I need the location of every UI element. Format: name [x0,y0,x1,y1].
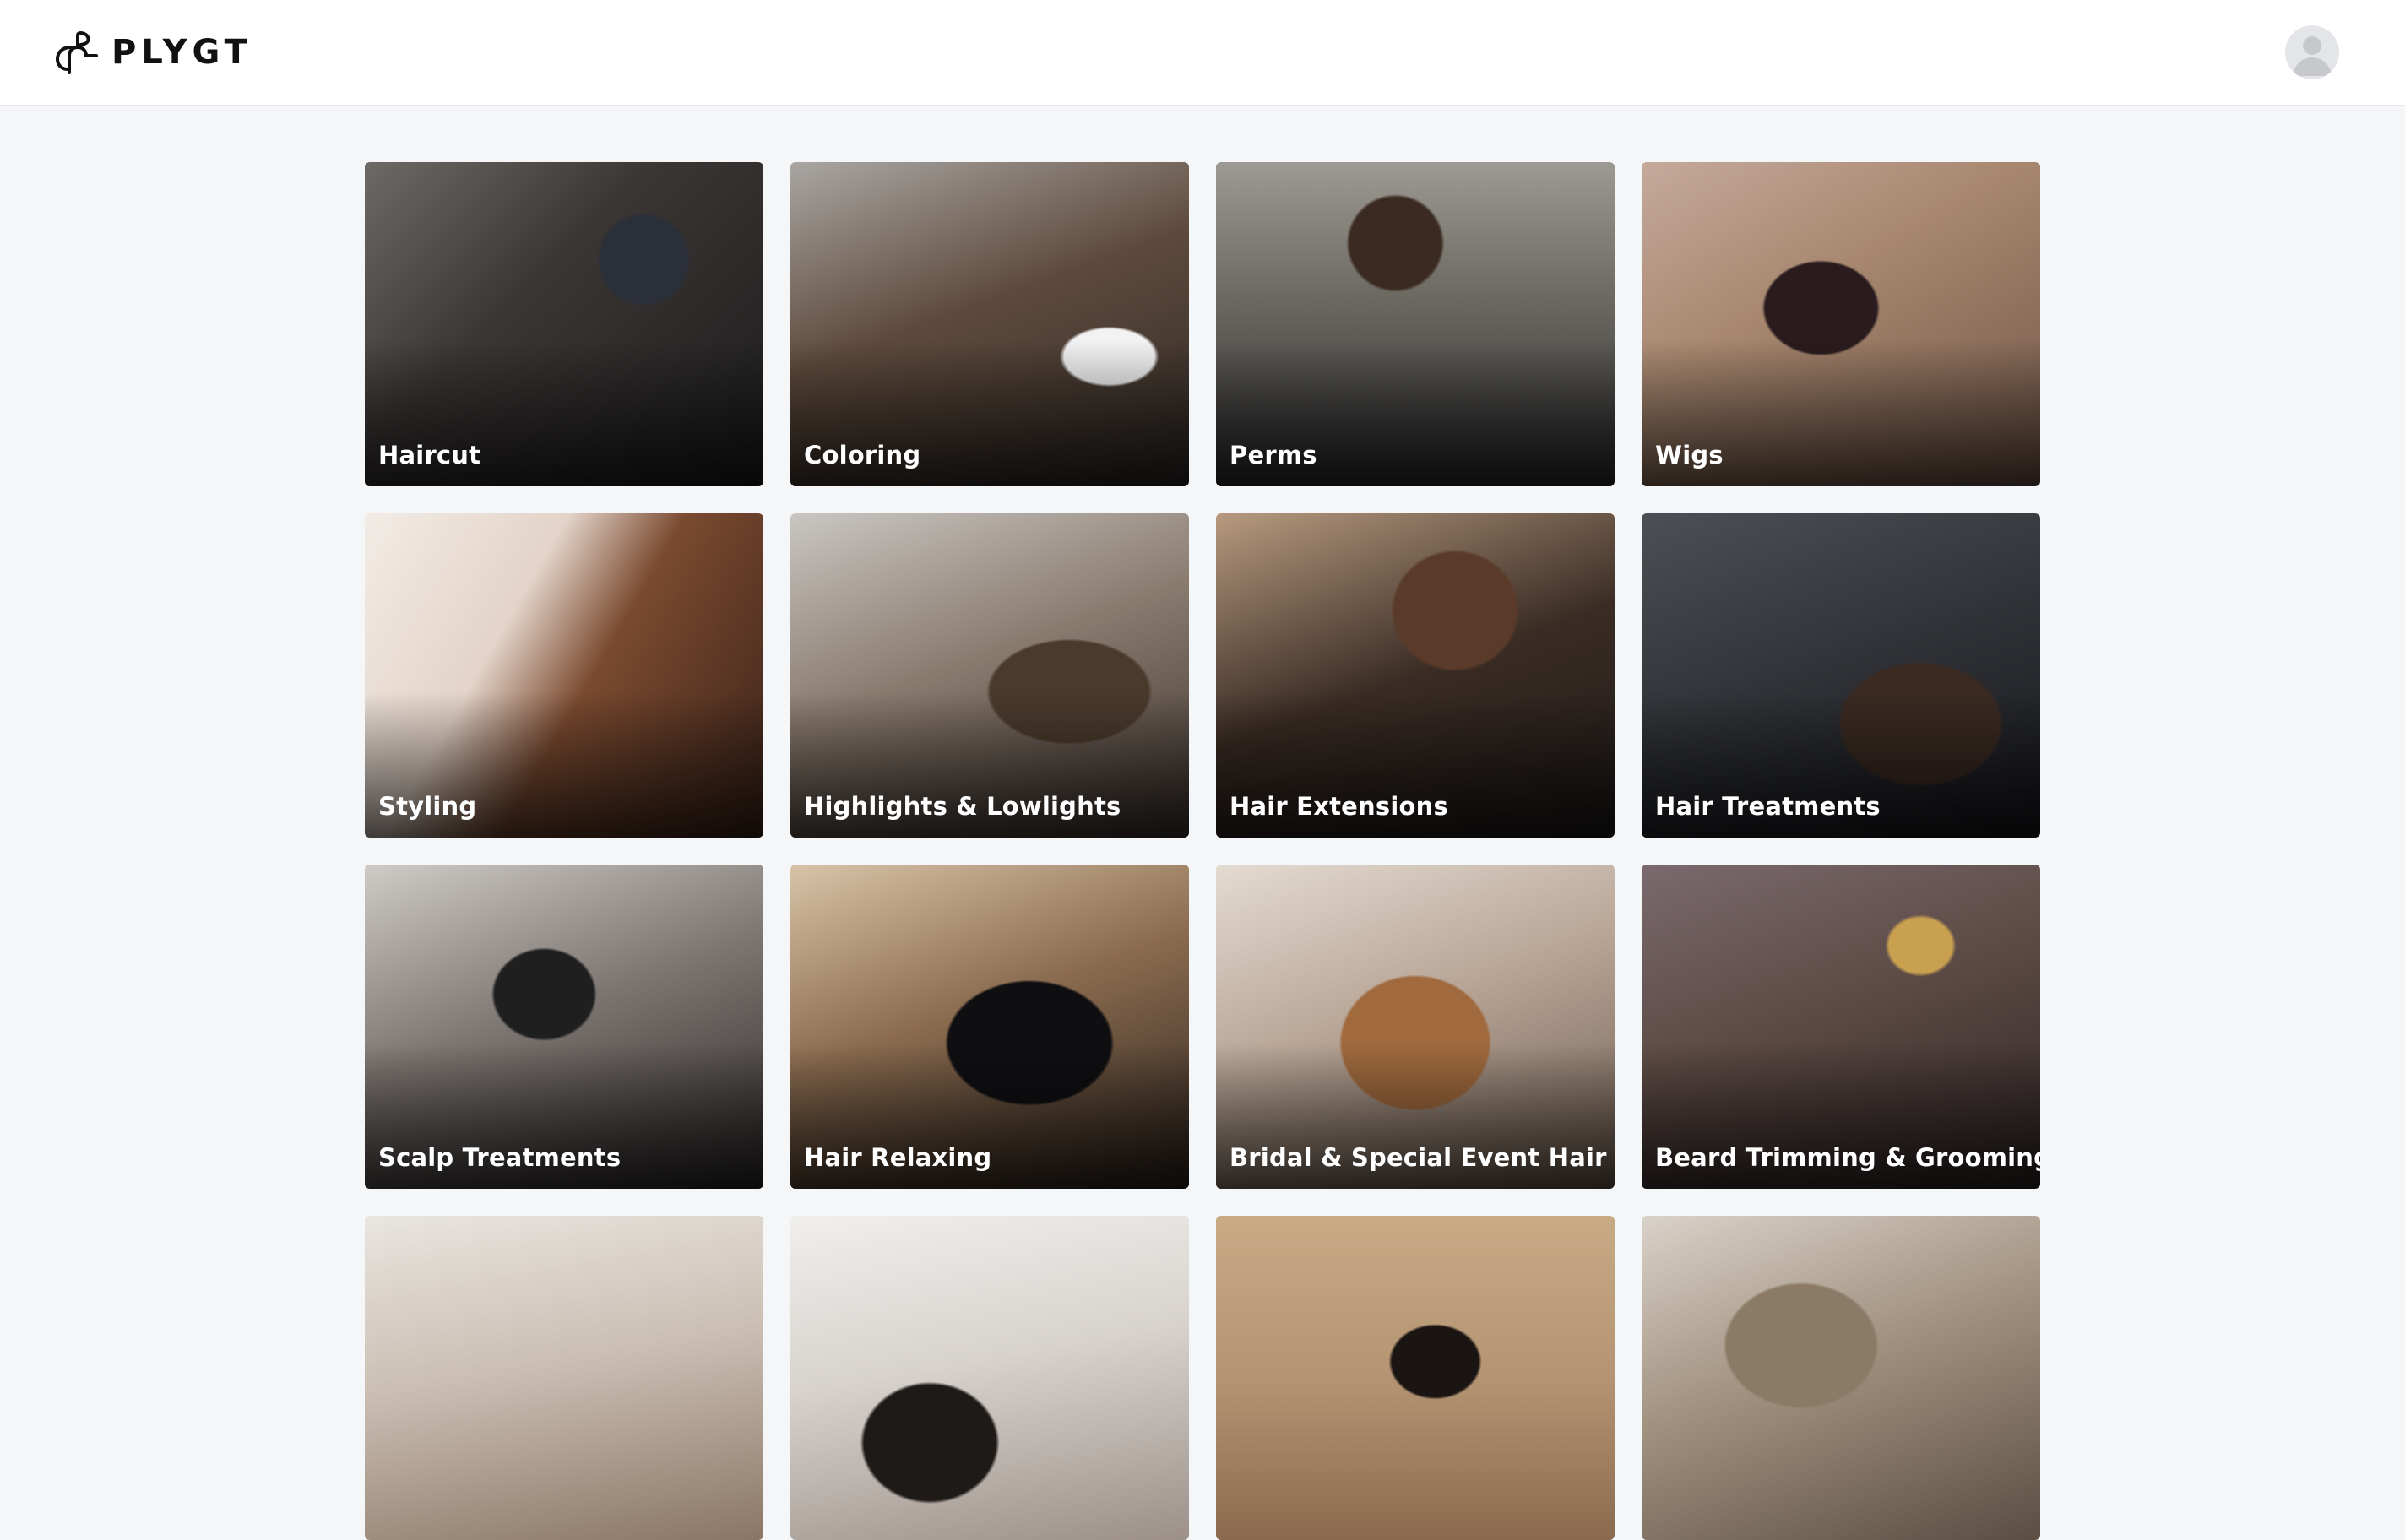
category-card-hair-treatments[interactable]: Hair Treatments [1642,513,2040,838]
category-card-bridal-special-event-hair[interactable]: Bridal & Special Event Hair [1216,865,1615,1189]
category-card-scalp-treatments[interactable]: Scalp Treatments [365,865,763,1189]
category-label: Scalp Treatments [378,1143,622,1172]
category-card-haircut[interactable]: Haircut [365,162,763,486]
category-label: Beard Trimming & Grooming [1655,1143,2040,1172]
category-card[interactable] [1216,1216,1615,1540]
category-label: Hair Relaxing [804,1143,992,1172]
category-card-styling[interactable]: Styling [365,513,763,838]
category-card-wigs[interactable]: Wigs [1642,162,2040,486]
category-label: Styling [378,792,477,821]
category-label: Highlights & Lowlights [804,792,1121,821]
category-image [365,1216,763,1540]
category-card[interactable] [1642,1216,2040,1540]
category-label: Wigs [1655,441,1724,469]
category-card-perms[interactable]: Perms [1216,162,1615,486]
brand-mark-icon [55,30,98,74]
category-image [1216,1216,1615,1540]
category-card[interactable] [790,1216,1189,1540]
user-icon [2292,36,2332,76]
category-label: Hair Extensions [1230,792,1448,821]
category-label: Haircut [378,441,481,469]
category-label: Coloring [804,441,921,469]
category-grid: Haircut Coloring Perms Wigs Styling High… [365,162,2040,1540]
category-image [1642,1216,2040,1540]
category-label: Bridal & Special Event Hair [1230,1143,1607,1172]
category-card-hair-relaxing[interactable]: Hair Relaxing [790,865,1189,1189]
category-card-coloring[interactable]: Coloring [790,162,1189,486]
category-card-highlights-lowlights[interactable]: Highlights & Lowlights [790,513,1189,838]
category-card-beard-trimming-grooming[interactable]: Beard Trimming & Grooming [1642,865,2040,1189]
brand-logo[interactable]: PLYGT [52,30,252,74]
category-card-hair-extensions[interactable]: Hair Extensions [1216,513,1615,838]
category-label: Hair Treatments [1655,792,1881,821]
category-card[interactable] [365,1216,763,1540]
brand-name: PLYGT [111,33,252,72]
user-avatar[interactable] [2285,25,2339,79]
category-label: Perms [1230,441,1317,469]
top-header: PLYGT [0,0,2405,106]
category-image [790,1216,1189,1540]
